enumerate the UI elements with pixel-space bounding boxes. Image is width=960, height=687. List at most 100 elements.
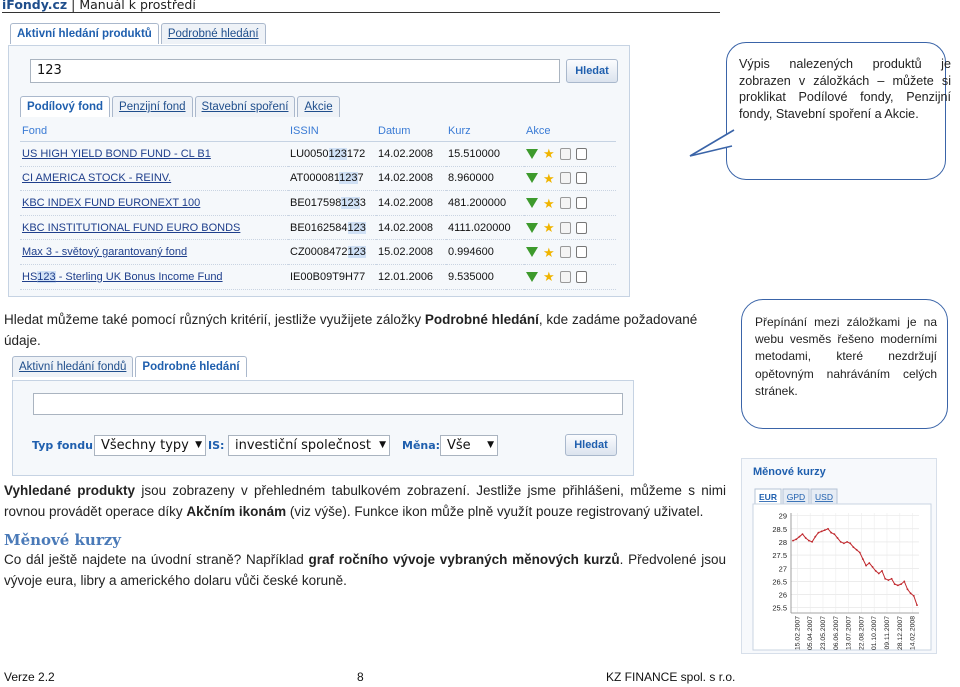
tab-detailed-search[interactable]: Podrobné hledání	[160, 23, 266, 44]
chart-y-tick-label: 28	[779, 538, 787, 547]
col-datum[interactable]: Datum	[376, 121, 446, 142]
tab-shares[interactable]: Akcie	[297, 96, 340, 117]
download-arrow-icon[interactable]	[526, 222, 538, 233]
match-highlight: 123	[347, 246, 366, 259]
add-to-portfolio-icon[interactable]	[560, 221, 571, 234]
tab-active-search[interactable]: Aktivní hledání produktů	[10, 23, 159, 44]
date-cell: 14.02.2008	[376, 141, 446, 167]
chart-y-tick-label: 27	[779, 564, 787, 573]
tab-detailed-search-2[interactable]: Podrobné hledání	[135, 356, 247, 377]
chart-y-tick-label: 26	[779, 591, 787, 600]
para1-text: Hledat můžeme také pomocí různých kritér…	[4, 312, 425, 327]
fund-link[interactable]: Max 3 - světový garantovaný fond	[20, 239, 288, 265]
detailed-search-input[interactable]	[33, 393, 623, 415]
date-cell: 15.02.2008	[376, 239, 446, 265]
chart-x-tick-label: 13.07.2007	[846, 616, 853, 650]
fund-link[interactable]: KBC INSTITUTIONAL FUND EURO BONDS	[20, 215, 288, 241]
star-icon[interactable]: ★	[543, 197, 555, 210]
rate-cell: 9.535000	[446, 264, 524, 290]
chart-y-tick-label: 27.5	[772, 551, 787, 560]
results-table: Fond ISSIN Datum Kurz Akce US HIGH YIELD…	[20, 121, 616, 290]
type-select[interactable]: Všechny typy ▼	[94, 435, 206, 456]
chart-point	[903, 580, 906, 583]
chart-point	[884, 577, 887, 580]
table-row: US HIGH YIELD BOND FUND - CL B1 LU0050123…	[20, 141, 616, 167]
add-to-portfolio-icon[interactable]	[560, 246, 571, 259]
tab-pension-fund[interactable]: Penzijní fond	[112, 96, 193, 117]
date-cell: 12.01.2006	[376, 264, 446, 290]
chart-point	[839, 541, 842, 543]
star-icon[interactable]: ★	[543, 147, 555, 160]
chart-point	[871, 566, 874, 568]
match-highlight: 123	[341, 196, 360, 209]
detail-doc-icon[interactable]	[576, 172, 587, 185]
chart-x-tick-label: 01.10.2007	[871, 616, 878, 650]
fund-link[interactable]: CI AMERICA STOCK - REINV.	[20, 166, 288, 192]
para3-bold: graf ročního vývoje vybraných měnových k…	[308, 552, 620, 567]
chart-tab-label[interactable]: USD	[815, 492, 833, 502]
chart-x-tick-label: 09.11.2007	[884, 616, 891, 650]
download-arrow-icon[interactable]	[526, 247, 538, 258]
chart-point	[909, 592, 912, 595]
detailed-search-button[interactable]: Hledat	[565, 434, 617, 456]
chart-point	[874, 570, 877, 572]
chart-point	[808, 539, 810, 542]
rate-cell: 15.510000	[446, 141, 524, 167]
product-search-screenshot: Aktivní hledání produktů Podrobné hledán…	[8, 18, 635, 297]
chart-point	[823, 529, 826, 531]
fund-link[interactable]: US HIGH YIELD BOND FUND - CL B1	[20, 141, 288, 167]
add-to-portfolio-icon[interactable]	[560, 197, 571, 210]
download-arrow-icon[interactable]	[526, 271, 538, 282]
detail-doc-icon[interactable]	[576, 246, 587, 259]
chart-point	[858, 551, 861, 554]
download-arrow-icon[interactable]	[526, 148, 538, 159]
tab-mutual-fund[interactable]: Podílový fond	[20, 96, 111, 117]
detail-doc-icon[interactable]	[576, 197, 587, 210]
search-button[interactable]: Hledat	[566, 59, 618, 83]
fund-link[interactable]: HS123 - Sterling UK Bonus Income Fund	[20, 264, 288, 290]
add-to-portfolio-icon[interactable]	[560, 172, 571, 185]
results-header-row: Fond ISSIN Datum Kurz Akce	[20, 121, 616, 142]
star-icon[interactable]: ★	[543, 246, 555, 259]
detail-doc-icon[interactable]	[576, 147, 587, 160]
table-row: Max 3 - světový garantovaný fond CZ000847…	[20, 239, 616, 265]
header-title: Manuál k prostředí	[79, 0, 196, 12]
chart-y-tick-label: 28.5	[772, 525, 787, 534]
chart-x-tick-label: 14.02.2008	[910, 616, 917, 650]
chart-point	[862, 558, 864, 560]
col-fond[interactable]: Fond	[20, 121, 288, 142]
tab-active-fund-search[interactable]: Aktivní hledání fondů	[12, 356, 134, 377]
star-icon[interactable]: ★	[543, 221, 555, 234]
currency-select[interactable]: Vše ▼	[440, 435, 498, 456]
match-highlight: 123	[347, 221, 366, 234]
detail-doc-icon[interactable]	[576, 270, 587, 283]
actions-cell: ★	[524, 190, 616, 216]
table-row: HS123 - Sterling UK Bonus Income Fund IE0…	[20, 264, 616, 290]
col-kurz[interactable]: Kurz	[446, 121, 524, 142]
chart-point	[897, 584, 899, 587]
is-label: IS:	[208, 439, 225, 452]
chart-x-tick-label: 22.08.2007	[858, 616, 865, 650]
chart-y-tick-label: 26.5	[772, 577, 787, 586]
download-arrow-icon[interactable]	[526, 173, 538, 184]
result-tabs: Podílový fond Penzijní fond Stavební spo…	[20, 96, 342, 117]
chart-y-tick-label: 25.5	[772, 604, 787, 613]
fund-link[interactable]: KBC INDEX FUND EURONEXT 100	[20, 190, 288, 216]
col-akce: Akce	[524, 121, 616, 142]
chart-point	[811, 541, 813, 543]
add-to-portfolio-icon[interactable]	[560, 270, 571, 283]
table-row: CI AMERICA STOCK - REINV. AT0000811237 14.…	[20, 166, 616, 192]
chart-tab-label[interactable]: GPD	[787, 492, 805, 502]
callout-tabs-text: Výpis nalezených produktů je zobrazen v …	[739, 57, 951, 121]
chart-tab-label[interactable]: EUR	[759, 492, 777, 502]
add-to-portfolio-icon[interactable]	[560, 147, 571, 160]
is-select[interactable]: investiční společnost ▼	[228, 435, 390, 456]
star-icon[interactable]: ★	[543, 270, 555, 283]
star-icon[interactable]: ★	[543, 172, 555, 185]
rate-cell: 481.200000	[446, 190, 524, 216]
tab-building-savings[interactable]: Stavební spoření	[194, 96, 296, 117]
download-arrow-icon[interactable]	[526, 198, 538, 209]
search-input[interactable]: 123	[30, 59, 560, 83]
col-isin[interactable]: ISSIN	[288, 121, 376, 142]
detail-doc-icon[interactable]	[576, 221, 587, 234]
